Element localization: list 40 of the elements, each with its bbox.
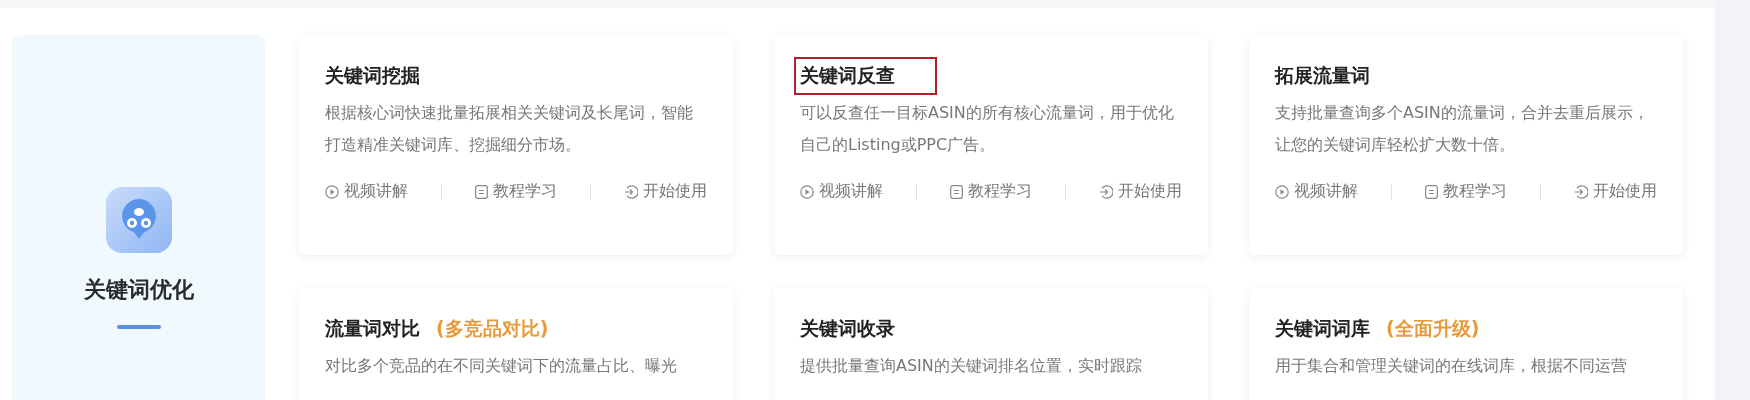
start-link[interactable]: 开始使用 xyxy=(1574,181,1657,202)
video-link[interactable]: 视频讲解 xyxy=(325,181,408,202)
tool-card[interactable]: 流量词对比 (多竞品对比) 对比多个竞品的在不同关键词下的流量占比、曝光 xyxy=(299,288,733,400)
card-description: 可以反查任一目标ASIN的所有核心流量词，用于优化自己的Listing或PPC广告。 xyxy=(800,102,1175,156)
video-link[interactable]: 视频讲解 xyxy=(1275,181,1358,202)
tool-card[interactable]: 关键词收录 提供批量查询ASIN的关键词排名位置，实时跟踪 xyxy=(774,288,1208,400)
card-description: 用于集合和管理关键词的在线词库，根据不同运营 xyxy=(1275,355,1628,377)
play-icon xyxy=(800,184,814,199)
start-link[interactable]: 开始使用 xyxy=(1099,181,1182,202)
enter-icon xyxy=(1574,184,1588,199)
card-description: 支持批量查询多个ASIN的流量词，合并去重后展示，让您的关键词库轻松扩大数十倍。 xyxy=(1275,102,1650,156)
document-icon xyxy=(1425,184,1438,199)
card-title: 关键词挖掘 xyxy=(324,63,421,88)
card-tag: (全面升级) xyxy=(1386,316,1480,342)
card-title: 关键词反查 xyxy=(794,57,937,95)
document-icon xyxy=(950,184,963,199)
play-icon xyxy=(325,184,339,199)
card-title: 关键词收录 xyxy=(799,316,896,341)
chat-bubble-icon xyxy=(105,187,172,253)
card-title: 流量词对比 xyxy=(324,316,421,341)
card-description: 提供批量查询ASIN的关键词排名位置，实时跟踪 xyxy=(800,355,1143,377)
card-title: 拓展流量词 xyxy=(1273,63,1371,88)
card-tag: (多竞品对比) xyxy=(436,316,549,342)
card-description: 对比多个竞品的在不同关键词下的流量占比、曝光 xyxy=(325,355,678,377)
video-link[interactable]: 视频讲解 xyxy=(800,181,883,202)
start-link[interactable]: 开始使用 xyxy=(624,181,707,202)
category-title: 关键词优化 xyxy=(83,276,194,304)
tool-card[interactable]: 关键词挖掘 根据核心词快速批量拓展相关关键词及长尾词，智能打造精准关键词库、挖掘细分市场。 视频讲解 教程学习 开始使用 xyxy=(299,35,733,255)
card-title: 关键词词库 xyxy=(1274,316,1371,341)
tool-card[interactable]: 关键词反查 可以反查任一目标ASIN的所有核心流量词，用于优化自己的Listing或PPC广告。 视频讲解 教程学习 开始使用 xyxy=(774,35,1208,255)
tutorial-link[interactable]: 教程学习 xyxy=(475,181,557,202)
enter-icon xyxy=(1099,184,1113,199)
card-description: 根据核心词快速批量拓展相关关键词及长尾词，智能打造精准关键词库、挖掘细分市场。 xyxy=(325,102,694,156)
tool-card[interactable]: 关键词词库 (全面升级) 用于集合和管理关键词的在线词库，根据不同运营 xyxy=(1249,288,1683,400)
tutorial-link[interactable]: 教程学习 xyxy=(950,181,1032,202)
enter-icon xyxy=(624,184,638,199)
tool-card[interactable]: 拓展流量词 支持批量查询多个ASIN的流量词，合并去重后展示，让您的关键词库轻松扩大数十倍。 视频讲解 教程学习 开始使用 xyxy=(1249,35,1683,255)
tutorial-link[interactable]: 教程学习 xyxy=(1425,181,1507,202)
document-icon xyxy=(475,184,488,199)
play-icon xyxy=(1275,184,1289,199)
